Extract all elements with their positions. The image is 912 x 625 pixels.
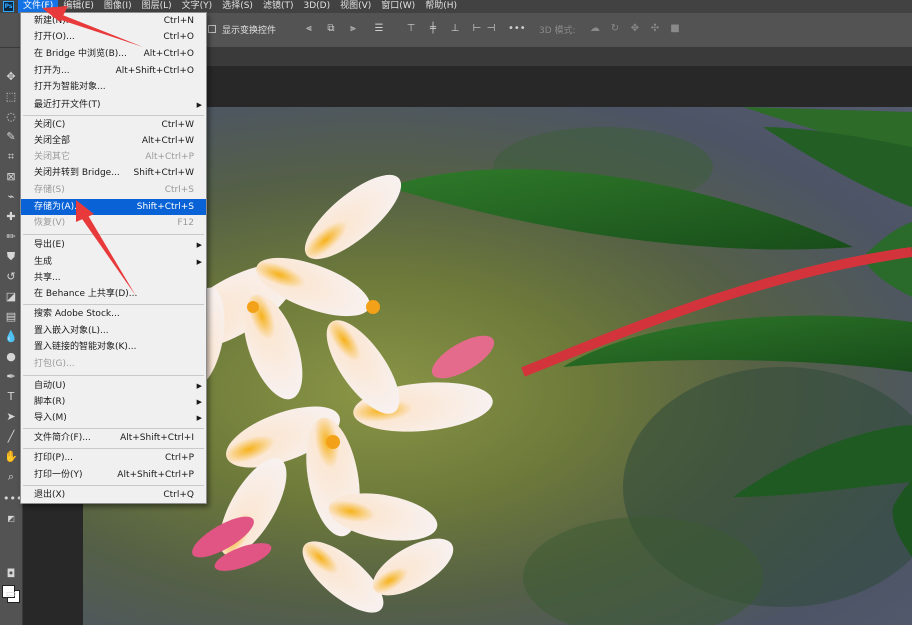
quick-select-tool-icon[interactable]: ✎ — [3, 130, 19, 144]
menu-item-place-linked[interactable]: 置入链接的智能对象(K)... — [21, 339, 206, 355]
menu-separator — [23, 485, 204, 486]
3d-scale-icon[interactable]: ■ — [668, 23, 682, 35]
menu-separator — [23, 234, 204, 235]
menu-item-place-embedded[interactable]: 置入嵌入对象(L)... — [21, 323, 206, 339]
blur-tool-icon[interactable]: 💧 — [3, 330, 19, 344]
history-brush-tool-icon[interactable]: ↺ — [3, 270, 19, 284]
pen-tool-icon[interactable]: ✒ — [3, 370, 19, 384]
submenu-arrow-icon: ▶ — [196, 101, 202, 109]
menu-window[interactable]: 窗口(W) — [376, 0, 420, 13]
menu-item-print-one-copy[interactable]: 打印一份(Y) Alt+Shift+Ctrl+P — [21, 467, 206, 483]
quick-mask-icon[interactable]: ◘ — [3, 567, 19, 581]
type-tool-icon[interactable]: T — [3, 390, 19, 404]
menu-item-import[interactable]: 导入(M) ▶ — [21, 410, 206, 426]
menu-separator — [23, 115, 204, 116]
more-options-icon[interactable]: ••• — [508, 23, 526, 35]
menu-item-open-as[interactable]: 打开为... Alt+Shift+Ctrl+O — [21, 63, 206, 79]
menu-help[interactable]: 帮助(H) — [420, 0, 462, 13]
menu-select[interactable]: 选择(S) — [217, 0, 258, 13]
brush-tool-icon[interactable]: ✏ — [3, 230, 19, 244]
path-select-tool-icon[interactable]: ➤ — [3, 410, 19, 424]
distribute-vcenter-icon[interactable]: ╪ — [426, 23, 440, 35]
canvas-image[interactable] — [83, 107, 912, 625]
edit-toolbar-icon[interactable]: ••• — [3, 492, 22, 506]
menu-separator — [23, 304, 204, 305]
lasso-tool-icon[interactable]: ◌ — [3, 110, 19, 124]
crop-tool-icon[interactable]: ⌗ — [3, 150, 19, 164]
healing-brush-tool-icon[interactable]: ✚ — [3, 210, 19, 224]
menu-item-revert[interactable]: 恢复(V) F12 — [21, 215, 206, 231]
align-right-icon[interactable]: ⫸ — [346, 23, 360, 35]
menu-filter[interactable]: 滤镜(T) — [258, 0, 299, 13]
menu-item-export[interactable]: 导出(E) ▶ — [21, 237, 206, 253]
frame-tool-icon[interactable]: ⊠ — [3, 170, 19, 184]
3d-mode-label: 3D 模式: — [539, 26, 576, 36]
menu-item-browse-bridge[interactable]: 在 Bridge 中浏览(B)... Alt+Ctrl+O — [21, 46, 206, 62]
3d-roll-icon[interactable]: ↻ — [608, 23, 622, 35]
menu-item-scripts[interactable]: 脚本(R) ▶ — [21, 394, 206, 410]
menu-item-share[interactable]: 共享... — [21, 270, 206, 286]
hand-tool-icon[interactable]: ✋ — [3, 450, 19, 464]
menu-item-save-as[interactable]: 存储为(A)... Shift+Ctrl+S — [21, 199, 206, 215]
show-transform-controls-checkbox[interactable] — [208, 25, 216, 33]
align-left-icon[interactable]: ⫷ — [302, 23, 316, 35]
menu-item-recent-files[interactable]: 最近打开文件(T) ▶ — [21, 97, 206, 113]
photoshop-logo-icon: Ps — [3, 1, 14, 12]
3d-orbit-icon[interactable]: ☁ — [588, 23, 602, 35]
menu-separator — [23, 428, 204, 429]
distribute-top-icon[interactable]: ⊤ — [404, 23, 418, 35]
distribute-right-icon[interactable]: ⊣ — [484, 23, 498, 35]
align-top-icon[interactable]: ☰ — [372, 23, 386, 35]
3d-slide-icon[interactable]: ✣ — [648, 23, 662, 35]
gradient-tool-icon[interactable]: ▤ — [3, 310, 19, 324]
menu-separator — [23, 375, 204, 376]
menu-item-package[interactable]: 打包(G)... — [21, 356, 206, 372]
menu-item-share-behance[interactable]: 在 Behance 上共享(D)... — [21, 286, 206, 302]
screen-mode-icon[interactable]: ▭ — [3, 587, 19, 601]
menu-item-save[interactable]: 存储(S) Ctrl+S — [21, 182, 206, 198]
menu-item-new[interactable]: 新建(N)... Ctrl+N — [21, 13, 206, 29]
menu-item-close[interactable]: 关闭(C) Ctrl+W — [21, 117, 206, 133]
align-center-icon[interactable]: ⧉ — [324, 23, 338, 35]
dodge-tool-icon[interactable]: ● — [3, 350, 19, 364]
menu-item-automate[interactable]: 自动(U) ▶ — [21, 378, 206, 394]
default-colors-icon[interactable]: ◩ — [3, 512, 19, 526]
submenu-arrow-icon: ▶ — [196, 382, 202, 390]
menu-item-search-adobe-stock[interactable]: 搜索 Adobe Stock... — [21, 306, 206, 322]
submenu-arrow-icon: ▶ — [196, 258, 202, 266]
zoom-tool-icon[interactable]: ⌕ — [3, 470, 19, 484]
line-tool-icon[interactable]: ╱ — [3, 430, 19, 444]
menu-item-generate[interactable]: 生成 ▶ — [21, 254, 206, 270]
menu-view[interactable]: 视图(V) — [335, 0, 376, 13]
distribute-left-icon[interactable]: ⊢ — [470, 23, 484, 35]
move-tool-icon[interactable]: ✥ — [3, 70, 19, 84]
file-menu-dropdown: 新建(N)... Ctrl+N 打开(O)... Ctrl+O 在 Bridge… — [20, 12, 207, 504]
submenu-arrow-icon: ▶ — [196, 398, 202, 406]
menu-item-print[interactable]: 打印(P)... Ctrl+P — [21, 450, 206, 466]
menu-3d[interactable]: 3D(D) — [298, 0, 335, 13]
submenu-arrow-icon: ▶ — [196, 241, 202, 249]
menu-item-open-as-smart-object[interactable]: 打开为智能对象... — [21, 79, 206, 95]
menu-separator — [23, 448, 204, 449]
menu-item-file-info[interactable]: 文件简介(F)... Alt+Shift+Ctrl+I — [21, 430, 206, 446]
eraser-tool-icon[interactable]: ◪ — [3, 290, 19, 304]
menu-item-open[interactable]: 打开(O)... Ctrl+O — [21, 29, 206, 45]
menu-item-close-go-bridge[interactable]: 关闭并转到 Bridge... Shift+Ctrl+W — [21, 165, 206, 181]
marquee-tool-icon[interactable]: ⬚ — [3, 90, 19, 104]
distribute-bottom-icon[interactable]: ⊥ — [448, 23, 462, 35]
submenu-arrow-icon: ▶ — [196, 414, 202, 422]
flower-photo — [170, 107, 912, 625]
menu-item-close-all[interactable]: 关闭全部 Alt+Ctrl+W — [21, 133, 206, 149]
clone-stamp-tool-icon[interactable]: ⛊ — [3, 250, 19, 264]
3d-pan-icon[interactable]: ✥ — [628, 23, 642, 35]
menu-item-close-others[interactable]: 关闭其它 Alt+Ctrl+P — [21, 149, 206, 165]
show-transform-controls-label: 显示变换控件 — [222, 26, 277, 36]
menu-item-exit[interactable]: 退出(X) Ctrl+Q — [21, 487, 206, 503]
eyedropper-tool-icon[interactable]: ⌁ — [3, 190, 19, 204]
